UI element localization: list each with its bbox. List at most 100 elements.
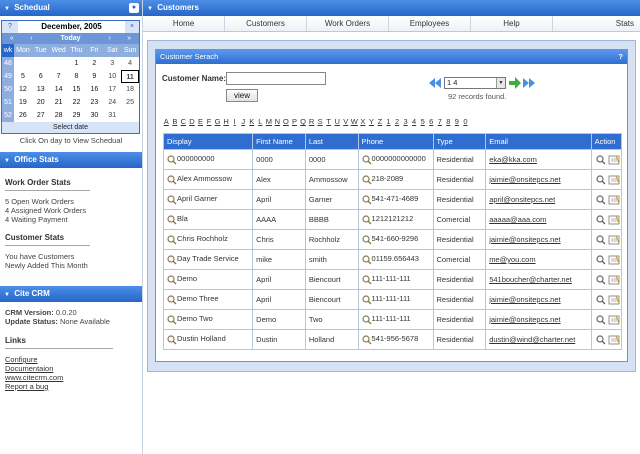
cell-display-wrap[interactable]: Alex Ammossow: [162, 169, 254, 190]
edit-note-icon[interactable]: [608, 215, 620, 225]
alphabet-letter[interactable]: P: [290, 117, 299, 127]
calendar-day[interactable]: 7: [50, 70, 68, 83]
alphabet-letter[interactable]: 8: [444, 117, 453, 127]
column-header-type[interactable]: Type: [432, 133, 487, 150]
cell-display-wrap[interactable]: Day Trade Service: [162, 249, 254, 270]
cite-crm-header[interactable]: ▼ Cite CRM: [0, 286, 142, 302]
edit-note-icon[interactable]: [608, 175, 620, 185]
calendar-day[interactable]: 19: [14, 96, 32, 109]
alphabet-letter[interactable]: W: [350, 117, 359, 127]
calendar-day[interactable]: 1: [68, 57, 86, 70]
edit-note-icon[interactable]: [608, 195, 620, 205]
alphabet-letter[interactable]: 0: [461, 117, 470, 127]
calendar-day[interactable]: 9: [85, 70, 103, 83]
alphabet-letter[interactable]: K: [247, 117, 256, 127]
tab-employees[interactable]: Employees: [389, 16, 471, 31]
alphabet-letter[interactable]: S: [316, 117, 325, 127]
calendar-close-button[interactable]: ×: [125, 21, 139, 33]
cell-email[interactable]: jaimie@onsitepcs.net: [485, 229, 592, 250]
view-magnifier-icon[interactable]: [596, 154, 606, 165]
calendar-day[interactable]: 21: [50, 96, 68, 109]
schedule-panel-header[interactable]: ▼ Schedual ●: [0, 0, 142, 16]
alphabet-letter[interactable]: 4: [410, 117, 419, 127]
table-row[interactable]: Demo Two Demo Two 111-111-111 Residential jai…: [162, 309, 623, 330]
calendar-day[interactable]: 3: [103, 57, 121, 70]
tab-stats[interactable]: Stats: [553, 16, 640, 31]
alphabet-letter[interactable]: 1: [384, 117, 393, 127]
tab-customers[interactable]: Customers: [225, 16, 307, 31]
view-button[interactable]: view: [226, 89, 258, 102]
calendar-day[interactable]: 26: [14, 109, 32, 122]
calendar-day[interactable]: 20: [32, 96, 50, 109]
tab-home[interactable]: Home: [143, 16, 225, 31]
edit-note-icon[interactable]: [608, 335, 620, 345]
calendar-day[interactable]: 25: [121, 96, 139, 109]
column-header-display[interactable]: Display: [162, 133, 254, 150]
tab-help[interactable]: Help: [471, 16, 553, 31]
calendar-day[interactable]: 4: [121, 57, 139, 70]
today-button[interactable]: Today: [41, 33, 100, 44]
alphabet-letter[interactable]: I: [230, 117, 239, 127]
alphabet-letter[interactable]: R: [307, 117, 316, 127]
table-row[interactable]: Day Trade Service mike smith 01159.656443 Co…: [162, 249, 623, 270]
next-page-icon[interactable]: [508, 77, 522, 89]
alphabet-letter[interactable]: Q: [299, 117, 308, 127]
alphabet-letter[interactable]: 6: [427, 117, 436, 127]
alphabet-letter[interactable]: 3: [401, 117, 410, 127]
calendar-help-button[interactable]: ?: [2, 21, 18, 33]
alphabet-letter[interactable]: N: [273, 117, 282, 127]
calendar-day[interactable]: 11: [121, 70, 139, 83]
cell-email[interactable]: jaimie@onsitepcs.net: [485, 309, 592, 330]
calendar-day[interactable]: 24: [103, 96, 121, 109]
alphabet-letter[interactable]: Z: [376, 117, 385, 127]
edit-note-icon[interactable]: [608, 275, 620, 285]
table-row[interactable]: 000000000 0000 0000 0000000000000 Residentia…: [162, 149, 623, 170]
table-row[interactable]: April Garner April Garner 541-471-4689 Resid…: [162, 189, 623, 210]
calendar-day[interactable]: 6: [32, 70, 50, 83]
first-page-icon[interactable]: [428, 77, 442, 89]
view-magnifier-icon[interactable]: [596, 334, 606, 345]
edit-note-icon[interactable]: [608, 235, 620, 245]
view-magnifier-icon[interactable]: [596, 174, 606, 185]
calendar-day[interactable]: 16: [85, 83, 103, 96]
next-month-button[interactable]: ›: [100, 33, 120, 44]
prev-year-button[interactable]: «: [2, 33, 22, 44]
calendar-day[interactable]: 30: [85, 109, 103, 122]
tab-work-orders[interactable]: Work Orders: [307, 16, 389, 31]
cell-display-wrap[interactable]: Chris Rochholz: [162, 229, 254, 250]
alphabet-letter[interactable]: G: [213, 117, 222, 127]
edit-note-icon[interactable]: [608, 315, 620, 325]
alphabet-letter[interactable]: A: [162, 117, 171, 127]
alphabet-letter[interactable]: U: [333, 117, 342, 127]
alphabet-letter[interactable]: Y: [367, 117, 376, 127]
alphabet-letter[interactable]: T: [324, 117, 333, 127]
calendar-day[interactable]: 29: [68, 109, 86, 122]
cell-email[interactable]: 541boucher@charter.net: [485, 269, 592, 290]
cell-email[interactable]: me@you.com: [485, 249, 592, 270]
cell-display-wrap[interactable]: Demo Three: [162, 289, 254, 310]
cell-display-wrap[interactable]: Bla: [162, 209, 254, 230]
calendar-day[interactable]: 14: [50, 83, 68, 96]
edit-note-icon[interactable]: [608, 155, 620, 165]
column-header-email[interactable]: Email: [485, 133, 592, 150]
table-row[interactable]: Dustin Holland Dustin Holland 541-956-5678 R…: [162, 329, 623, 350]
cell-display-wrap[interactable]: 000000000: [162, 149, 254, 170]
calendar-day[interactable]: 23: [85, 96, 103, 109]
alphabet-letter[interactable]: H: [222, 117, 231, 127]
calendar-day[interactable]: 31: [103, 109, 121, 122]
cell-display-wrap[interactable]: April Garner: [162, 189, 254, 210]
link-report-bug[interactable]: Report a bug: [5, 382, 137, 391]
calendar-day[interactable]: 12: [14, 83, 32, 96]
view-magnifier-icon[interactable]: [596, 314, 606, 325]
table-row[interactable]: Demo Three April Biencourt 111-111-111 Resid…: [162, 289, 623, 310]
office-stats-header[interactable]: ▼ Office Stats: [0, 152, 142, 168]
last-page-icon[interactable]: [522, 77, 536, 89]
cell-display-wrap[interactable]: Dustin Holland: [162, 329, 254, 350]
alphabet-letter[interactable]: B: [171, 117, 180, 127]
alphabet-letter[interactable]: 5: [418, 117, 427, 127]
table-row[interactable]: Chris Rochholz Chris Rochholz 541-660-9296 R…: [162, 229, 623, 250]
alphabet-letter[interactable]: 7: [436, 117, 445, 127]
alphabet-letter[interactable]: V: [341, 117, 350, 127]
cell-display-wrap[interactable]: Demo Two: [162, 309, 254, 330]
cell-email[interactable]: eka@kka.com: [485, 149, 592, 170]
